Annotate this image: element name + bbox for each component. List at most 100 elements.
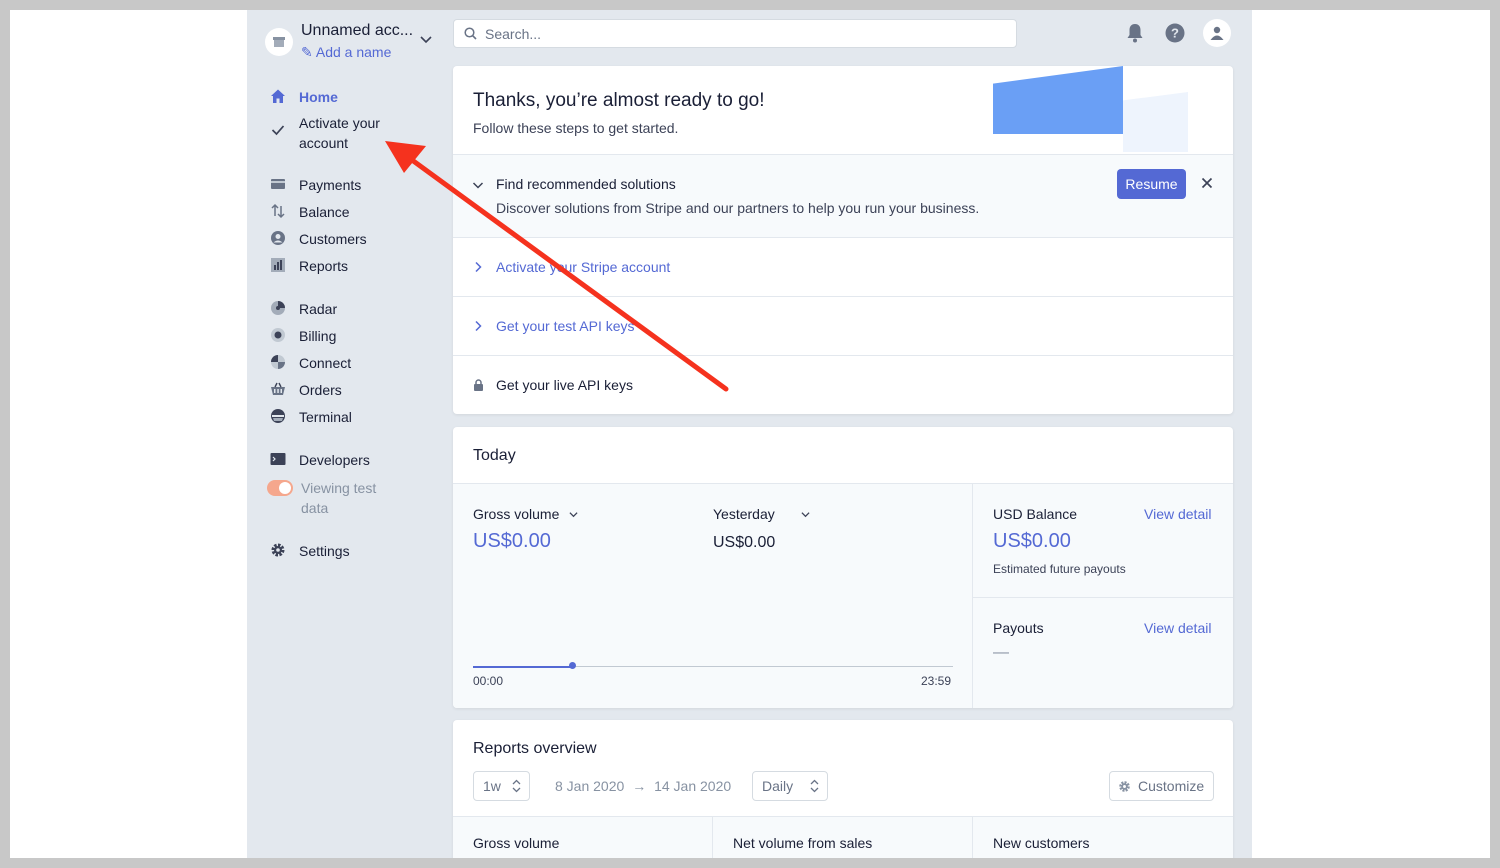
account-name: Unnamed acc... bbox=[301, 22, 413, 39]
avatar[interactable] bbox=[1203, 19, 1231, 47]
sidebar-item-label: Terminal bbox=[299, 409, 352, 425]
decorative-shape bbox=[1123, 92, 1188, 152]
sidebar-item-settings[interactable]: Settings bbox=[269, 541, 350, 561]
divider bbox=[712, 817, 713, 858]
bell-icon[interactable] bbox=[1124, 22, 1146, 44]
step-title: Find recommended solutions bbox=[496, 176, 676, 192]
home-icon bbox=[269, 87, 287, 105]
sidebar-item-label: Customers bbox=[299, 231, 367, 247]
view-detail-link[interactable]: View detail bbox=[1144, 506, 1211, 522]
help-icon[interactable]: ? bbox=[1164, 22, 1186, 44]
yesterday-value: US$0.00 bbox=[713, 534, 776, 551]
today-card: Today Gross volume US$0.00 Yesterday US$… bbox=[453, 427, 1233, 708]
interval-select[interactable]: Daily bbox=[752, 771, 828, 801]
axis-start-label: 00:00 bbox=[473, 674, 504, 688]
reports-overview-card: Reports overview 1w 8 Jan 2020 → 14 Jan … bbox=[453, 720, 1233, 858]
sidebar-item-developers[interactable]: Developers bbox=[269, 450, 370, 470]
test-data-toggle[interactable] bbox=[267, 480, 293, 496]
metric-net-volume: Net volume from sales bbox=[733, 835, 873, 851]
step-title[interactable]: Get your test API keys bbox=[496, 318, 635, 334]
up-down-chevron-icon bbox=[810, 779, 819, 796]
check-icon bbox=[269, 121, 287, 139]
sidebar-item-label: Payments bbox=[299, 177, 362, 193]
divider bbox=[973, 597, 1233, 598]
divider bbox=[972, 817, 973, 858]
sidebar-item-radar[interactable]: Radar bbox=[269, 299, 337, 319]
payments-icon bbox=[269, 175, 287, 193]
sidebar-item-reports[interactable]: Reports bbox=[269, 256, 348, 276]
sidebar-item-label: Billing bbox=[299, 328, 337, 344]
sidebar-item-home[interactable]: Home bbox=[269, 87, 338, 107]
chevron-down-icon[interactable] bbox=[471, 178, 485, 192]
connect-icon bbox=[269, 353, 287, 371]
step-test-api-keys[interactable]: Get your test API keys bbox=[453, 296, 1233, 355]
sidebar-item-label: Balance bbox=[299, 204, 350, 220]
resume-button[interactable]: Resume bbox=[1117, 169, 1186, 199]
yesterday-label: Yesterday bbox=[713, 506, 775, 522]
step-activate-account[interactable]: Activate your Stripe account bbox=[453, 237, 1233, 296]
screenshot-frame: Unnamed acc... ✎ Add a name Home Activat… bbox=[10, 10, 1490, 858]
interval-value: Daily bbox=[762, 778, 794, 794]
lock-icon bbox=[471, 378, 485, 392]
chevron-down-icon bbox=[801, 506, 810, 522]
sidebar-item-balance[interactable]: Balance bbox=[269, 202, 350, 222]
add-name-link[interactable]: ✎ Add a name bbox=[301, 44, 391, 61]
usd-balance-value: US$0.00 bbox=[993, 530, 1071, 552]
pencil-icon: ✎ bbox=[301, 44, 313, 60]
gross-volume-value: US$0.00 bbox=[473, 530, 551, 552]
account-switcher[interactable]: Unnamed acc... ✎ Add a name bbox=[265, 20, 445, 64]
today-body: Gross volume US$0.00 Yesterday US$0.00 0… bbox=[453, 483, 1233, 708]
search-input[interactable]: Search... bbox=[485, 26, 541, 42]
reports-metrics-row: Gross volume Net volume from sales New c… bbox=[453, 816, 1233, 858]
chevron-down-icon bbox=[419, 32, 433, 51]
decorative-shape bbox=[993, 66, 1123, 134]
range-select[interactable]: 1w bbox=[473, 771, 530, 801]
step-title[interactable]: Activate your Stripe account bbox=[496, 259, 670, 275]
customize-button[interactable]: Customize bbox=[1109, 771, 1214, 801]
sidebar-item-label: Radar bbox=[299, 301, 338, 317]
sidebar-item-connect[interactable]: Connect bbox=[269, 353, 351, 373]
terminal-icon bbox=[269, 407, 287, 425]
sidebar-item-label: data bbox=[301, 500, 329, 516]
sidebar-item-test-data-toggle[interactable]: Viewing test data bbox=[267, 478, 376, 518]
gross-volume-selector[interactable]: Gross volume bbox=[473, 506, 578, 522]
sidebar-item-label: Viewing test bbox=[301, 480, 377, 496]
sidebar-item-activate-account[interactable]: Activate your account bbox=[269, 113, 380, 153]
setup-card: Thanks, you’re almost ready to go! Follo… bbox=[453, 66, 1233, 414]
chart-point bbox=[569, 662, 576, 669]
metric-gross-volume: Gross volume bbox=[473, 835, 560, 851]
date-from: 8 Jan 2020 bbox=[555, 778, 625, 794]
sidebar-item-customers[interactable]: Customers bbox=[269, 229, 367, 249]
range-value: 1w bbox=[483, 778, 501, 794]
setup-subtitle: Follow these steps to get started. bbox=[473, 120, 679, 136]
balance-icon bbox=[269, 202, 287, 220]
sidebar-item-payments[interactable]: Payments bbox=[269, 175, 361, 195]
radar-icon bbox=[269, 299, 287, 317]
usd-balance-label: USD Balance bbox=[993, 506, 1078, 522]
sidebar-item-orders[interactable]: Orders bbox=[269, 380, 342, 400]
reports-title: Reports overview bbox=[473, 740, 597, 757]
step-recommended-solutions[interactable]: Find recommended solutions Discover solu… bbox=[453, 154, 1233, 237]
sidebar-item-label: Home bbox=[299, 89, 338, 105]
stripe-dashboard: Unnamed acc... ✎ Add a name Home Activat… bbox=[247, 10, 1252, 858]
chevron-right-icon bbox=[471, 260, 485, 274]
date-range[interactable]: 8 Jan 2020 → 14 Jan 2020 bbox=[555, 778, 731, 794]
orders-icon bbox=[269, 380, 287, 398]
sidebar-item-label: Activate your bbox=[299, 115, 380, 131]
step-title: Get your live API keys bbox=[496, 377, 633, 393]
sidebar: Unnamed acc... ✎ Add a name Home Activat… bbox=[247, 10, 453, 858]
user-icon bbox=[1210, 26, 1224, 40]
view-detail-link[interactable]: View detail bbox=[1144, 620, 1211, 636]
step-live-api-keys: Get your live API keys bbox=[453, 355, 1233, 414]
sidebar-item-label: Reports bbox=[299, 258, 349, 274]
gear-icon bbox=[269, 541, 287, 559]
chart-line bbox=[473, 666, 573, 668]
search-bar[interactable]: Search... bbox=[453, 19, 1017, 48]
date-to: 14 Jan 2020 bbox=[654, 778, 732, 794]
store-icon bbox=[265, 28, 293, 56]
sidebar-item-terminal[interactable]: Terminal bbox=[269, 407, 352, 427]
sidebar-item-billing[interactable]: Billing bbox=[269, 326, 336, 346]
gross-volume-label: Gross volume bbox=[473, 506, 560, 522]
close-icon[interactable] bbox=[1199, 175, 1215, 191]
yesterday-selector[interactable]: Yesterday bbox=[713, 506, 810, 522]
